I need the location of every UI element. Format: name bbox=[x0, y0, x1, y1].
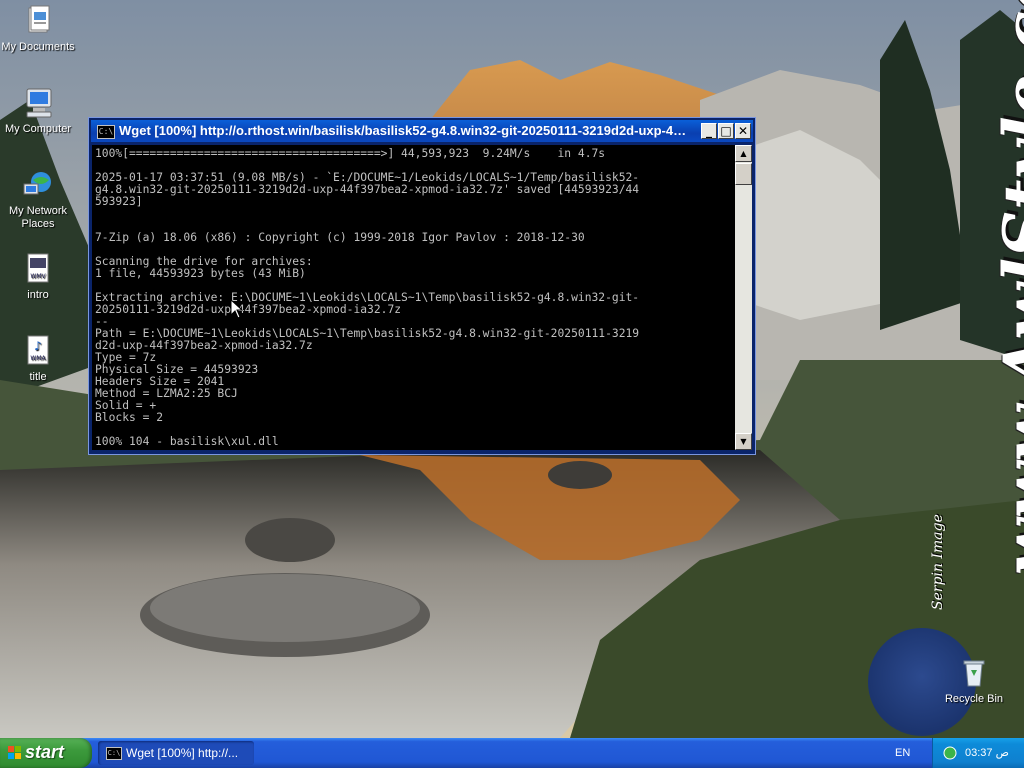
wma-file-icon: ♪ WMA bbox=[21, 334, 55, 368]
taskbar-item-label: Wget [100%] http://... bbox=[126, 746, 239, 760]
console-text: 100%[===================================… bbox=[95, 147, 640, 448]
svg-text:WMA: WMA bbox=[30, 355, 46, 362]
svg-text:WMV: WMV bbox=[30, 273, 46, 280]
desktop-icon-label: Recycle Bin bbox=[944, 693, 1004, 705]
console-app-icon: C:\ bbox=[97, 125, 115, 139]
window-title: Wget [100%] http://o.rthost.win/basilisk… bbox=[119, 123, 691, 138]
desktop-icon-intro[interactable]: WMV intro bbox=[0, 252, 78, 302]
desktop-icon-my-computer[interactable]: My Computer bbox=[0, 86, 78, 136]
window-titlebar[interactable]: C:\ Wget [100%] http://o.rthost.win/basi… bbox=[91, 120, 753, 142]
desktop-icon-recycle-bin[interactable]: Recycle Bin bbox=[934, 656, 1014, 706]
maximize-button[interactable]: □ bbox=[718, 123, 734, 139]
mouse-cursor-icon bbox=[231, 300, 243, 319]
scroll-thumb[interactable] bbox=[735, 163, 752, 185]
console-window[interactable]: C:\ Wget [100%] http://o.rthost.win/basi… bbox=[88, 117, 756, 455]
minimize-button[interactable]: _ bbox=[701, 123, 717, 139]
desktop-icon-my-network-places[interactable]: My Network Places bbox=[0, 168, 78, 231]
desktop-icon-title[interactable]: ♪ WMA title bbox=[0, 334, 78, 384]
desktop-icon-label: intro bbox=[27, 289, 49, 301]
desktop-icon-label: title bbox=[29, 371, 47, 383]
wmv-file-icon: WMV bbox=[21, 252, 55, 286]
tray-app-icon[interactable] bbox=[943, 746, 957, 760]
desktop-icon-label: My Network Places bbox=[8, 205, 68, 230]
start-label: start bbox=[25, 742, 65, 762]
language-indicator[interactable]: EN bbox=[895, 738, 910, 768]
system-tray: 03:37 ص bbox=[932, 738, 1024, 768]
computer-icon bbox=[21, 86, 55, 120]
taskbar-item-wget[interactable]: C:\ Wget [100%] http://... bbox=[98, 741, 254, 765]
close-button[interactable]: ✕ bbox=[735, 123, 751, 139]
recycle-bin-icon bbox=[957, 656, 991, 690]
start-button[interactable]: start bbox=[0, 738, 92, 768]
scroll-up-button[interactable]: ▲ bbox=[735, 145, 752, 162]
desktop-icon-my-documents[interactable]: My Documents bbox=[0, 4, 78, 54]
console-app-icon: C:\ bbox=[106, 747, 122, 760]
console-output[interactable]: 100%[===================================… bbox=[92, 145, 735, 450]
taskbar: start C:\ Wget [100%] http://... EN 03:3… bbox=[0, 738, 1024, 768]
watermark-subtext: Serpin Image bbox=[930, 514, 946, 610]
svg-text:♪: ♪ bbox=[34, 339, 42, 353]
folder-documents-icon bbox=[21, 4, 55, 38]
desktop: My Documents My Computer My Network Plac… bbox=[0, 0, 1024, 738]
watermark-text: www.AwlStyle.com bbox=[989, 0, 1024, 575]
desktop-icon-label: My Computer bbox=[4, 123, 72, 135]
network-places-icon bbox=[21, 168, 55, 202]
clock[interactable]: 03:37 ص bbox=[965, 738, 1009, 768]
scroll-down-button[interactable]: ▼ bbox=[735, 433, 752, 450]
vertical-scrollbar[interactable]: ▲ ▼ bbox=[735, 145, 752, 450]
windows-flag-icon bbox=[8, 746, 21, 759]
desktop-icon-label: My Documents bbox=[1, 41, 75, 53]
